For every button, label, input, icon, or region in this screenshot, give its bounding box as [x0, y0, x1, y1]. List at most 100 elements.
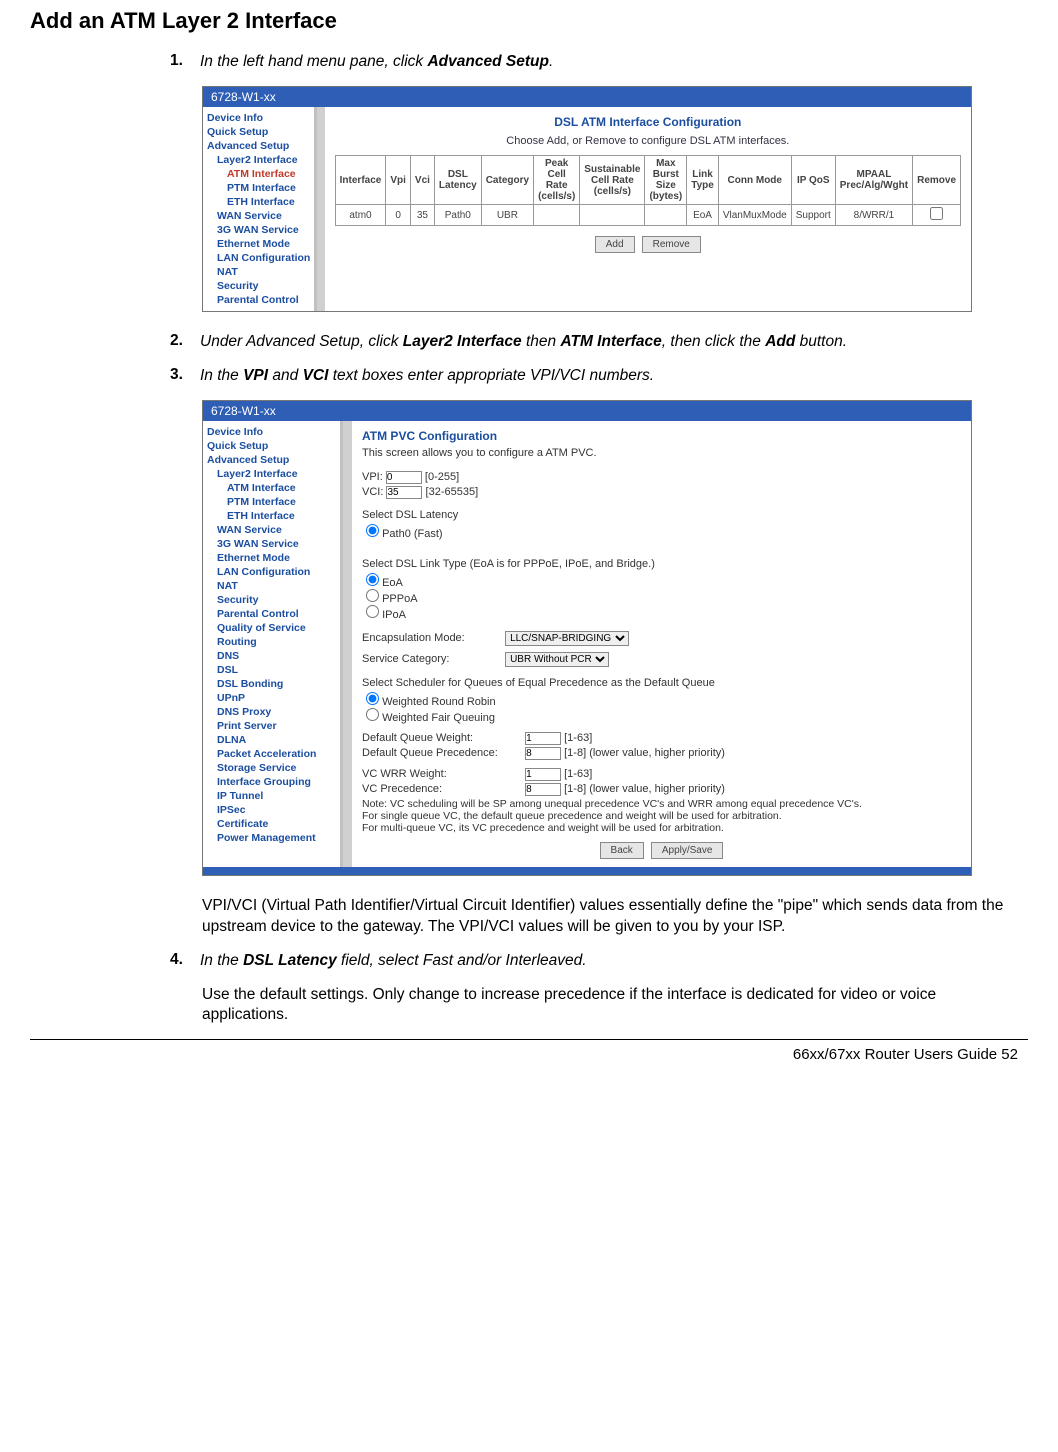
menu-qos[interactable]: Quality of Service: [207, 621, 340, 635]
th-remove: Remove: [913, 156, 961, 205]
menu-quick-setup[interactable]: Quick Setup: [207, 439, 340, 453]
latency-radio-path0[interactable]: [366, 524, 379, 537]
remove-checkbox[interactable]: [930, 207, 943, 220]
menu-dlna[interactable]: DLNA: [207, 733, 340, 747]
menu-nat[interactable]: NAT: [207, 265, 314, 279]
th-conn: Conn Mode: [718, 156, 791, 205]
step-4-number: 4.: [170, 951, 200, 971]
menu-parental-control[interactable]: Parental Control: [207, 293, 314, 307]
sched-radio-wrr[interactable]: [366, 692, 379, 705]
menu-eth-interface[interactable]: ETH Interface: [207, 509, 340, 523]
menu-pane: Device Info Quick Setup Advanced Setup L…: [203, 421, 343, 867]
dqw-input[interactable]: [525, 732, 561, 745]
add-button[interactable]: Add: [595, 236, 635, 253]
menu-dns[interactable]: DNS: [207, 649, 340, 663]
menu-security[interactable]: Security: [207, 593, 340, 607]
menu-wan-service[interactable]: WAN Service: [207, 523, 340, 537]
menu-storage[interactable]: Storage Service: [207, 761, 340, 775]
menu-ethernet-mode[interactable]: Ethernet Mode: [207, 237, 314, 251]
apply-save-button[interactable]: Apply/Save: [651, 842, 724, 859]
dqw-range: [1-63]: [564, 732, 592, 744]
menu-advanced-setup[interactable]: Advanced Setup: [207, 453, 340, 467]
content-pane: ATM PVC Configuration This screen allows…: [352, 421, 971, 867]
menu-upnp[interactable]: UPnP: [207, 691, 340, 705]
encap-select[interactable]: LLC/SNAP-BRIDGING: [505, 631, 629, 646]
step-3-text: In the VPI and VCI text boxes enter appr…: [200, 366, 1028, 386]
service-label: Service Category:: [362, 653, 502, 665]
menu-wan-service[interactable]: WAN Service: [207, 209, 314, 223]
menu-interface-grouping[interactable]: Interface Grouping: [207, 775, 340, 789]
sched-radio-wfq[interactable]: [366, 708, 379, 721]
vpi-label: VPI:: [362, 471, 383, 483]
th-qos: IP QoS: [791, 156, 835, 205]
scrollbar[interactable]: [343, 421, 352, 867]
service-select[interactable]: UBR Without PCR: [505, 652, 609, 667]
th-mpaal: MPAAL Prec/Alg/Wght: [835, 156, 912, 205]
step-1-number: 1.: [170, 52, 200, 72]
menu-pane: Device Info Quick Setup Advanced Setup L…: [203, 107, 317, 311]
menu-eth-interface[interactable]: ETH Interface: [207, 195, 314, 209]
td-burst: [645, 205, 687, 226]
menu-advanced-setup[interactable]: Advanced Setup: [207, 139, 314, 153]
linktype-radio-ipoa[interactable]: [366, 605, 379, 618]
scrollbar[interactable]: [317, 107, 324, 311]
page-footer: 66xx/67xx Router Users Guide 52: [30, 1039, 1028, 1063]
menu-parental-control[interactable]: Parental Control: [207, 607, 340, 621]
encap-label: Encapsulation Mode:: [362, 632, 502, 644]
paragraph-vpi-explain: VPI/VCI (Virtual Path Identifier/Virtual…: [202, 896, 1012, 936]
dqp-range: [1-8] (lower value, higher priority): [564, 747, 725, 759]
menu-print-server[interactable]: Print Server: [207, 719, 340, 733]
vci-input[interactable]: [386, 486, 422, 499]
vpi-input[interactable]: [386, 471, 422, 484]
menu-layer2-interface[interactable]: Layer2 Interface: [207, 467, 340, 481]
note-3: For multi-queue VC, its VC precedence an…: [362, 822, 961, 834]
vcw-input[interactable]: [525, 768, 561, 781]
menu-lan-configuration[interactable]: LAN Configuration: [207, 251, 314, 265]
th-peak: Peak Cell Rate (cells/s): [534, 156, 580, 205]
vcp-range: [1-8] (lower value, higher priority): [564, 783, 725, 795]
atm-table: Interface Vpi Vci DSL Latency Category P…: [335, 155, 961, 226]
menu-routing[interactable]: Routing: [207, 635, 340, 649]
menu-ip-tunnel[interactable]: IP Tunnel: [207, 789, 340, 803]
td-sustain: [580, 205, 645, 226]
step-3-e: text boxes enter appropriate VPI/VCI num…: [328, 367, 654, 384]
menu-security[interactable]: Security: [207, 279, 314, 293]
menu-dsl-bonding[interactable]: DSL Bonding: [207, 677, 340, 691]
step-4-a: In the: [200, 952, 243, 969]
step-2-b: Layer2 Interface: [403, 333, 522, 350]
window-title-bar: 6728-W1-xx: [203, 87, 971, 107]
td-interface: atm0: [335, 205, 386, 226]
menu-ipsec[interactable]: IPSec: [207, 803, 340, 817]
menu-atm-interface[interactable]: ATM Interface: [207, 481, 340, 495]
menu-dns-proxy[interactable]: DNS Proxy: [207, 705, 340, 719]
menu-nat[interactable]: NAT: [207, 579, 340, 593]
menu-device-info[interactable]: Device Info: [207, 111, 314, 125]
linktype-radio-eoa[interactable]: [366, 573, 379, 586]
menu-ethernet-mode[interactable]: Ethernet Mode: [207, 551, 340, 565]
step-4: 4. In the DSL Latency field, select Fast…: [170, 951, 1028, 971]
remove-button[interactable]: Remove: [642, 236, 701, 253]
menu-packet-accel[interactable]: Packet Acceleration: [207, 747, 340, 761]
back-button[interactable]: Back: [600, 842, 644, 859]
td-mpaal: 8/WRR/1: [835, 205, 912, 226]
linktype-radio-pppoa[interactable]: [366, 589, 379, 602]
menu-3g-wan-service[interactable]: 3G WAN Service: [207, 537, 340, 551]
latency-opt-path0: Path0 (Fast): [382, 528, 443, 540]
menu-layer2-interface[interactable]: Layer2 Interface: [207, 153, 314, 167]
menu-dsl[interactable]: DSL: [207, 663, 340, 677]
menu-lan-configuration[interactable]: LAN Configuration: [207, 565, 340, 579]
menu-certificate[interactable]: Certificate: [207, 817, 340, 831]
dsl-latency-label: Select DSL Latency: [362, 509, 961, 521]
menu-ptm-interface[interactable]: PTM Interface: [207, 495, 340, 509]
menu-device-info[interactable]: Device Info: [207, 425, 340, 439]
bottom-bar: [203, 867, 971, 875]
menu-quick-setup[interactable]: Quick Setup: [207, 125, 314, 139]
td-link: EoA: [687, 205, 719, 226]
menu-3g-wan-service[interactable]: 3G WAN Service: [207, 223, 314, 237]
dqp-input[interactable]: [525, 747, 561, 760]
page-heading: Add an ATM Layer 2 Interface: [30, 8, 1028, 34]
menu-ptm-interface[interactable]: PTM Interface: [207, 181, 314, 195]
vcp-input[interactable]: [525, 783, 561, 796]
menu-atm-interface[interactable]: ATM Interface: [207, 167, 314, 181]
menu-power-mgmt[interactable]: Power Management: [207, 831, 340, 845]
